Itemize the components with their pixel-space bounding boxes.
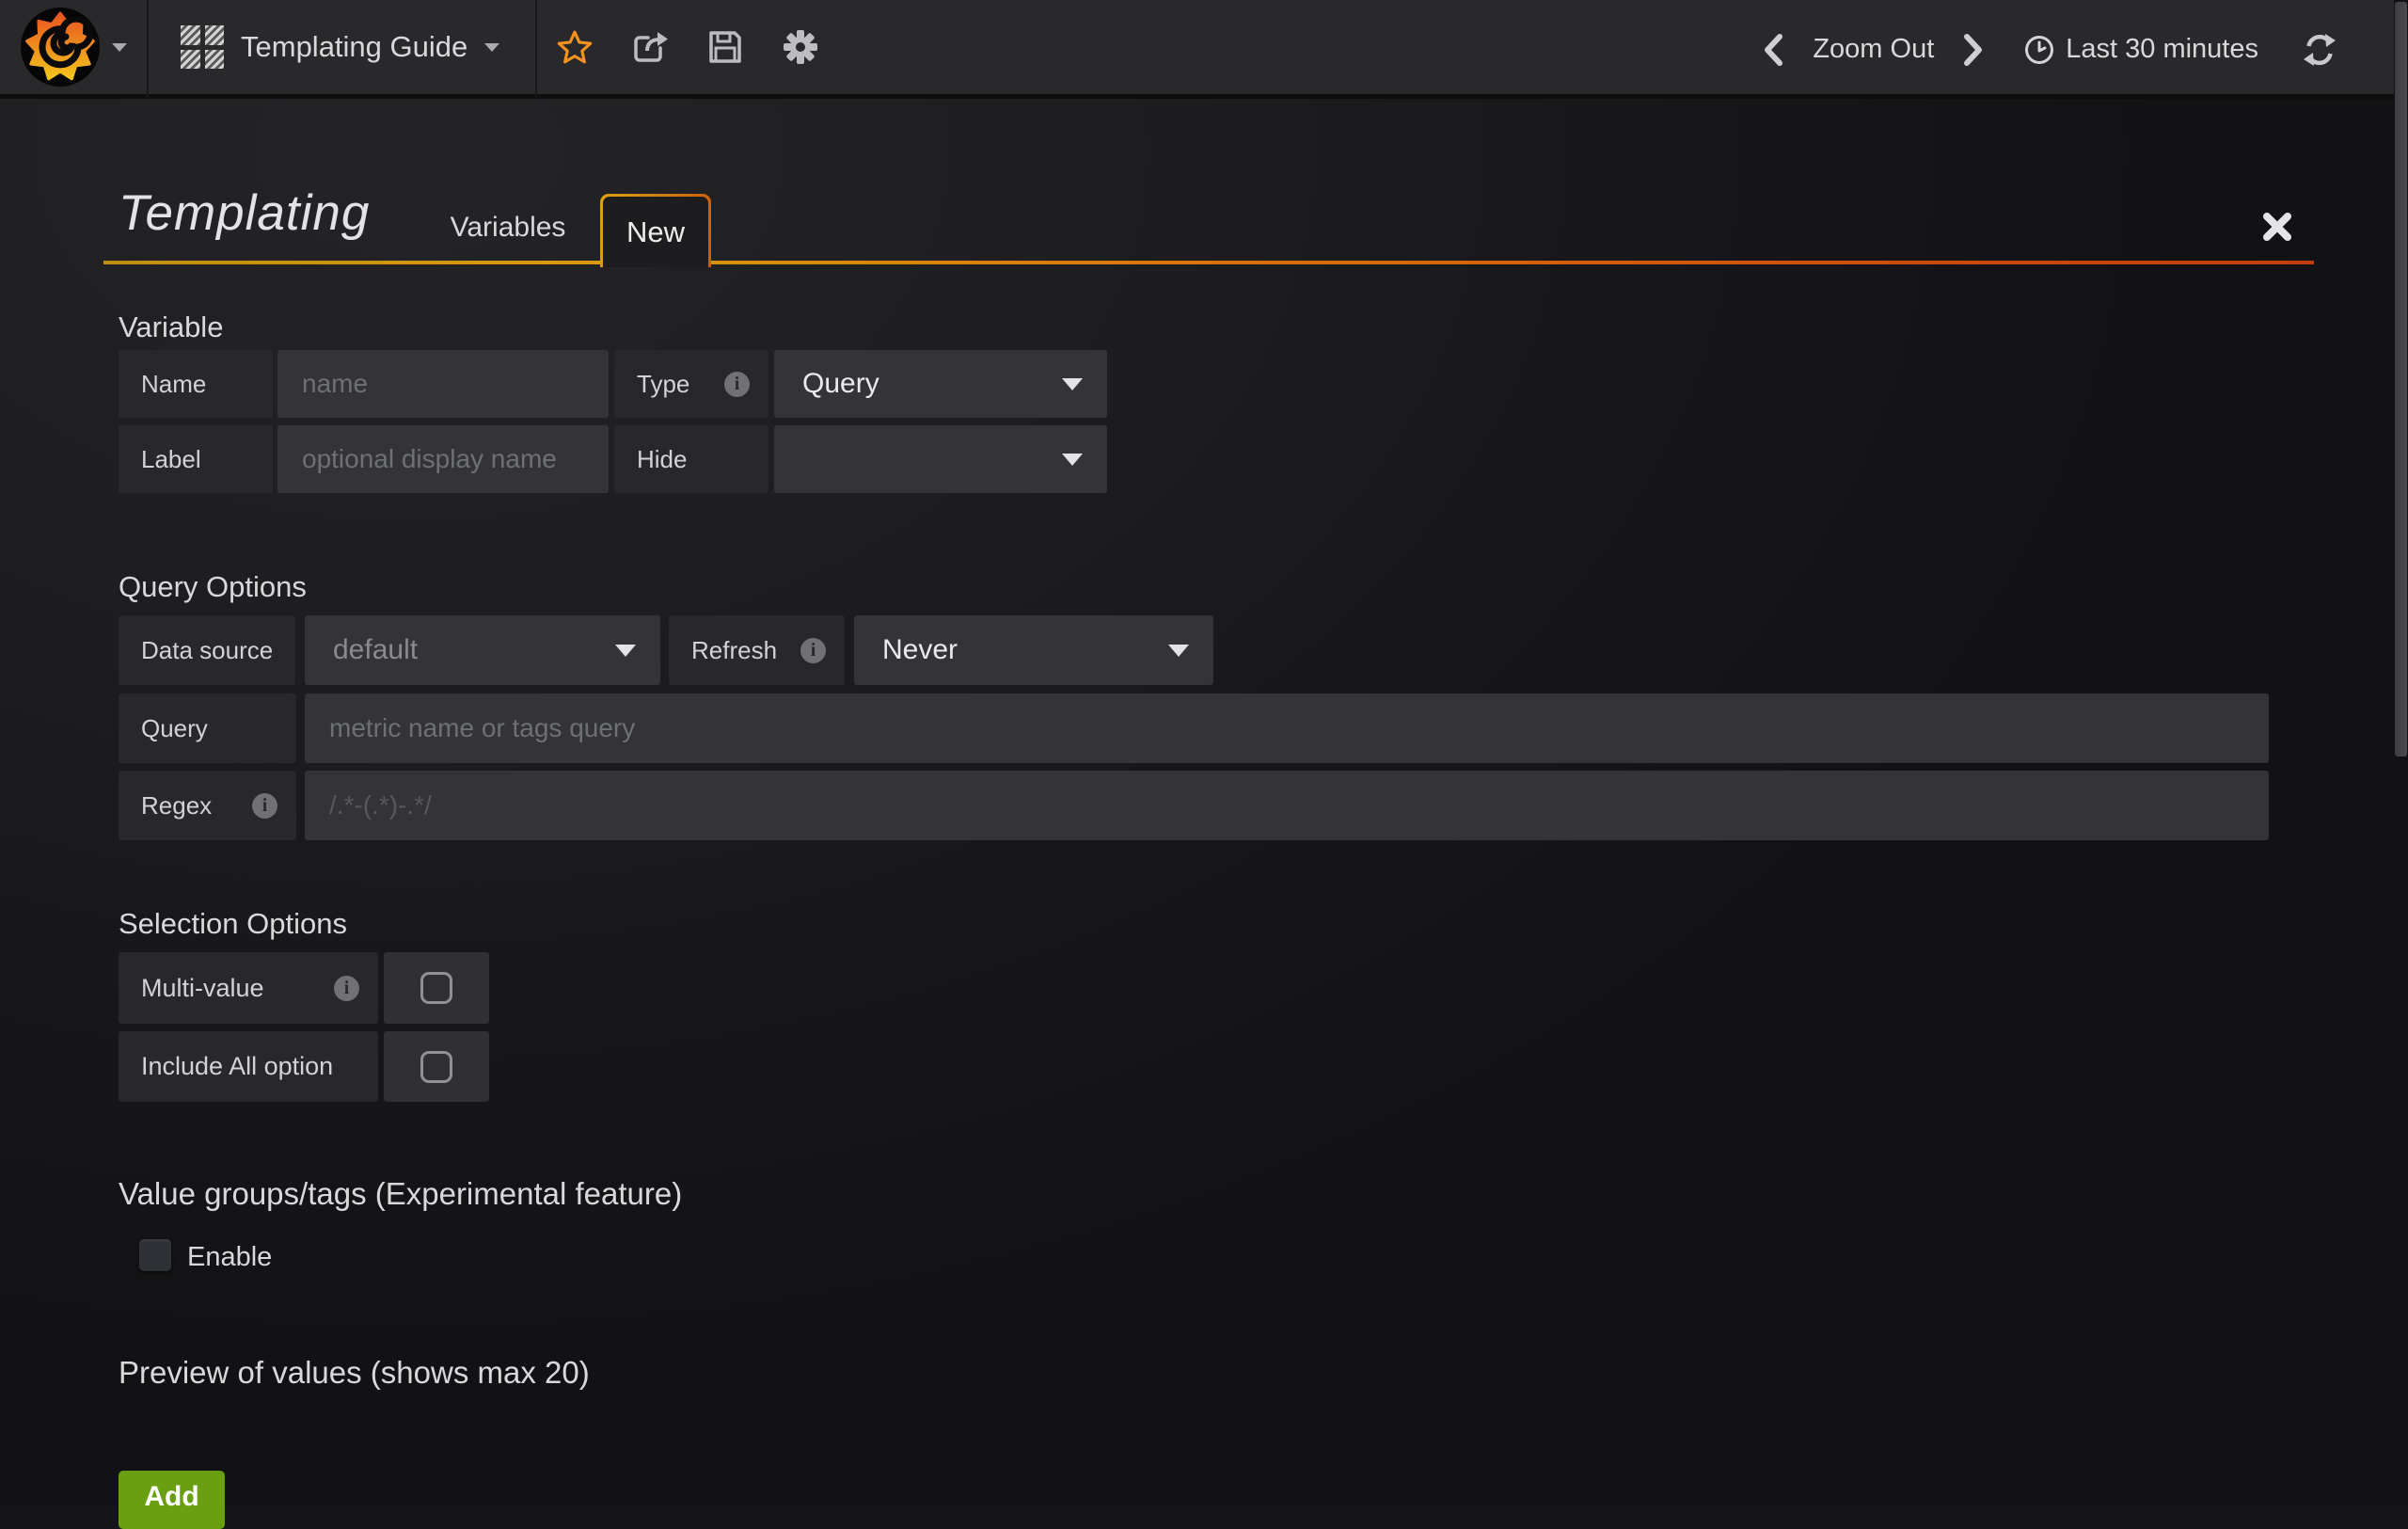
checkbox-icon xyxy=(420,972,452,1004)
time-range-picker[interactable]: Last 30 minutes xyxy=(2024,34,2258,65)
close-icon xyxy=(2262,212,2292,242)
type-select-value: Query xyxy=(802,368,879,400)
data-source-select-value: default xyxy=(333,634,418,666)
close-button[interactable] xyxy=(2258,207,2297,247)
multi-value-checkbox[interactable] xyxy=(384,952,489,1024)
grafana-menu-button[interactable] xyxy=(0,0,147,97)
info-icon: i xyxy=(724,372,750,397)
scrollbar-track[interactable] xyxy=(2394,0,2408,1505)
info-icon: i xyxy=(334,976,359,1001)
chevron-left-icon xyxy=(1763,34,1783,66)
include-all-label: Include All option xyxy=(119,1031,378,1102)
dashboard-title: Templating Guide xyxy=(241,30,467,64)
tab-new[interactable]: New xyxy=(600,194,711,267)
info-icon: i xyxy=(800,638,826,663)
dashboard-grid-icon xyxy=(181,25,224,69)
chevron-down-icon xyxy=(112,43,127,52)
refresh-button[interactable] xyxy=(2287,0,2353,99)
add-button[interactable]: Add xyxy=(119,1471,225,1529)
variable-heading: Variable xyxy=(119,311,223,344)
query-input[interactable] xyxy=(305,693,2269,763)
grafana-logo-icon xyxy=(20,7,101,88)
query-label: Query xyxy=(119,693,296,763)
type-select[interactable]: Query xyxy=(774,350,1107,418)
include-all-checkbox[interactable] xyxy=(384,1031,489,1102)
chevron-down-icon xyxy=(484,43,499,52)
settings-button[interactable] xyxy=(763,0,838,97)
page-title: Templating xyxy=(119,184,370,242)
gear-icon xyxy=(783,29,818,65)
refresh-select-value: Never xyxy=(882,634,958,666)
time-shift-back-button[interactable] xyxy=(1747,0,1799,99)
chevron-down-icon xyxy=(1168,645,1189,657)
info-icon: i xyxy=(252,793,277,819)
navbar-right-controls: Zoom Out Last 30 minutes xyxy=(1747,0,2394,99)
enable-label: Enable xyxy=(187,1242,272,1273)
label-label: Label xyxy=(119,425,273,493)
star-button[interactable] xyxy=(537,0,612,97)
dashboard-picker[interactable]: Templating Guide xyxy=(149,0,535,97)
regex-label: Regex i xyxy=(119,771,296,840)
type-label: Type i xyxy=(614,350,768,418)
data-source-select[interactable]: default xyxy=(305,615,660,685)
hide-label: Hide xyxy=(614,425,768,493)
time-range-label: Last 30 minutes xyxy=(2066,34,2258,65)
star-icon xyxy=(557,30,593,65)
tab-new-label: New xyxy=(603,197,708,267)
hide-select[interactable] xyxy=(774,425,1107,493)
name-input[interactable] xyxy=(277,350,609,418)
zoom-out-button[interactable]: Zoom Out xyxy=(1813,34,1934,65)
regex-input[interactable] xyxy=(305,771,2269,840)
time-shift-forward-button[interactable] xyxy=(1947,0,2000,99)
label-input[interactable] xyxy=(277,425,609,493)
refresh-icon xyxy=(2303,33,2337,67)
chevron-down-icon xyxy=(615,645,636,657)
preview-heading: Preview of values (shows max 20) xyxy=(119,1355,590,1391)
chevron-down-icon xyxy=(1062,378,1083,390)
share-icon xyxy=(632,30,668,64)
refresh-select[interactable]: Never xyxy=(854,615,1213,685)
selection-options-heading: Selection Options xyxy=(119,907,347,941)
chevron-right-icon xyxy=(1963,34,1984,66)
navbar: Templating Guide xyxy=(0,0,2408,99)
data-source-label: Data source xyxy=(119,615,295,685)
scrollbar-thumb[interactable] xyxy=(2395,2,2407,757)
name-label: Name xyxy=(119,350,273,418)
refresh-label: Refresh i xyxy=(669,615,845,685)
query-options-heading: Query Options xyxy=(119,570,307,604)
multi-value-label: Multi-value i xyxy=(119,952,378,1024)
clock-icon xyxy=(2024,35,2054,65)
value-groups-heading: Value groups/tags (Experimental feature) xyxy=(119,1176,682,1212)
checkbox-icon xyxy=(420,1051,452,1083)
share-button[interactable] xyxy=(612,0,688,97)
save-icon xyxy=(708,30,742,64)
chevron-down-icon xyxy=(1062,454,1083,466)
save-button[interactable] xyxy=(688,0,763,97)
tab-variables[interactable]: Variables xyxy=(433,194,583,262)
enable-checkbox[interactable] xyxy=(139,1239,171,1271)
